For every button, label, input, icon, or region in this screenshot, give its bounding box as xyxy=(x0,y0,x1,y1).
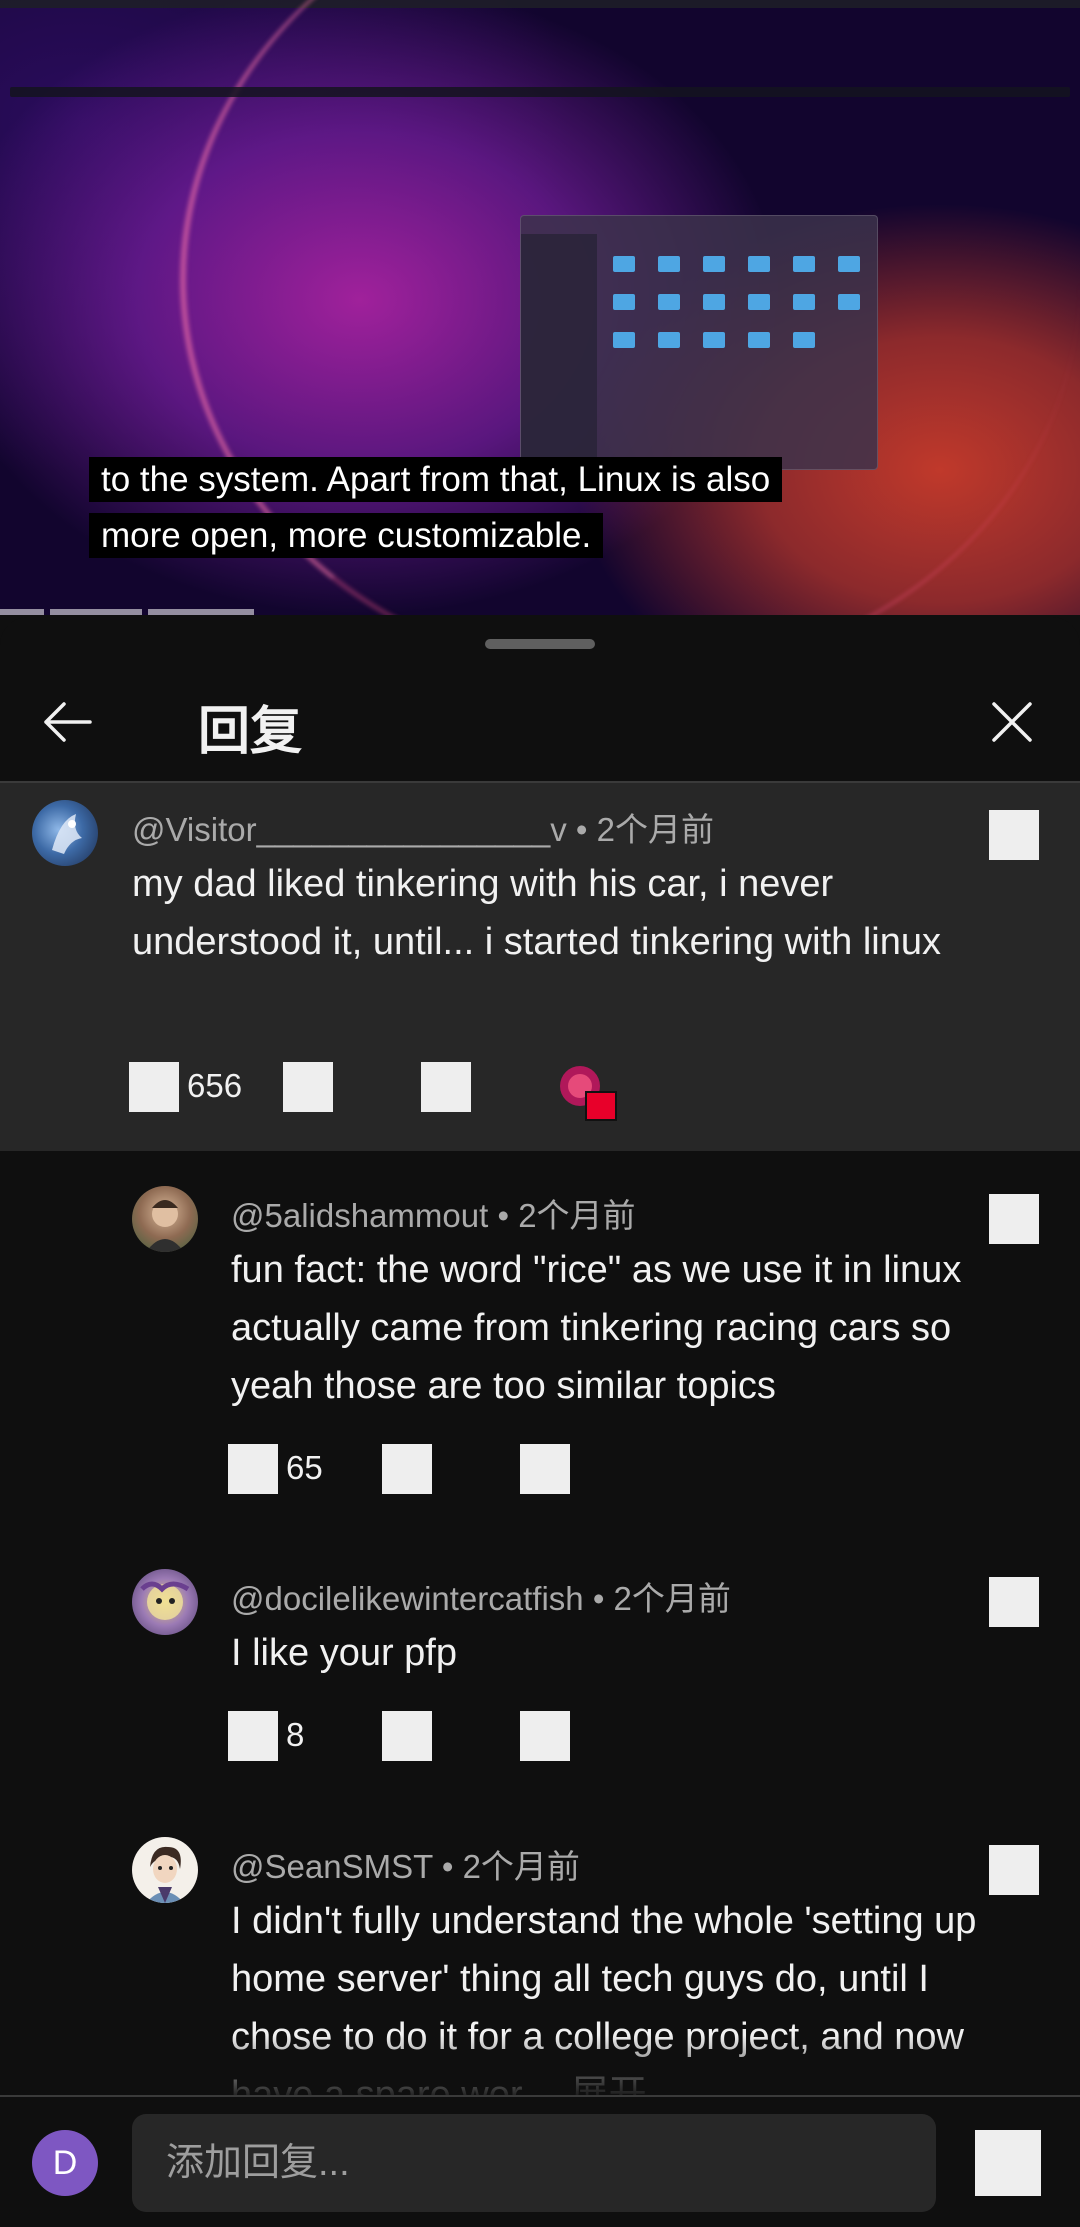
comment-author[interactable]: @SeanSMST xyxy=(231,1848,433,1885)
reply-comment: @5alidshammout • 2个月前 fun fact: the word… xyxy=(0,1183,1080,1503)
reply-bar: D xyxy=(0,2095,1080,2227)
like-icon[interactable] xyxy=(228,1711,278,1761)
file-manager-sidebar xyxy=(521,234,597,469)
video-caption: to the system. Apart from that, Linux is… xyxy=(89,452,813,564)
comment-author[interactable]: @docilelikewintercatfish xyxy=(231,1580,584,1617)
folder-icon xyxy=(658,256,680,272)
comment-meta: @5alidshammout • 2个月前 xyxy=(231,1197,636,1234)
video-progress-bar[interactable] xyxy=(0,609,1080,615)
scroll-fade xyxy=(0,2035,1080,2095)
folder-icon xyxy=(838,256,860,272)
more-options-icon[interactable] xyxy=(989,1194,1039,1244)
caption-text: to the system. Apart from that, Linux is… xyxy=(89,457,783,558)
comment-time: 2个月前 xyxy=(596,811,715,848)
dislike-icon[interactable] xyxy=(283,1062,333,1112)
folder-icon xyxy=(748,256,770,272)
reply-comment: @SeanSMST • 2个月前 I didn't fully understa… xyxy=(0,1834,1080,2095)
folder-icon xyxy=(703,332,725,348)
like-count: 8 xyxy=(286,1716,305,1753)
folder-icon xyxy=(838,294,860,310)
dislike-icon[interactable] xyxy=(382,1444,432,1494)
desktop-menubar xyxy=(10,87,1070,97)
folder-icon xyxy=(793,256,815,272)
comment-text: I like your pfp xyxy=(231,1632,457,1674)
folder-icon xyxy=(658,332,680,348)
parent-comment: @Visitor________________v • 2个月前 my dad … xyxy=(0,783,1080,1151)
panel-title: 回复 xyxy=(198,703,303,761)
comment-time: 2个月前 xyxy=(613,1580,731,1617)
more-options-icon[interactable] xyxy=(989,1845,1039,1895)
reply-icon[interactable] xyxy=(520,1444,570,1494)
comment-text: fun fact: the word "rice" as we use it i… xyxy=(231,1249,962,1407)
back-arrow-icon[interactable] xyxy=(38,692,98,752)
avatar[interactable] xyxy=(132,1186,198,1252)
folder-icon xyxy=(658,294,680,310)
folder-icon xyxy=(793,332,815,348)
progress-segment xyxy=(0,609,44,615)
reply-icon[interactable] xyxy=(520,1711,570,1761)
comment-author[interactable]: @Visitor________________v xyxy=(132,811,567,848)
folder-icon xyxy=(613,294,635,310)
reply-icon[interactable] xyxy=(421,1062,471,1112)
drag-handle[interactable] xyxy=(485,639,595,649)
dislike-icon[interactable] xyxy=(382,1711,432,1761)
progress-segment xyxy=(50,609,142,615)
folder-icon xyxy=(703,294,725,310)
comment-meta: @Visitor________________v • 2个月前 xyxy=(132,811,715,848)
like-count: 65 xyxy=(286,1449,323,1486)
folder-icon xyxy=(613,256,635,272)
comment-time: 2个月前 xyxy=(462,1848,580,1885)
avatar[interactable] xyxy=(132,1569,198,1635)
avatar[interactable] xyxy=(132,1837,198,1903)
comment-text: my dad liked tinkering with his car, i n… xyxy=(132,863,941,963)
reply-comment: @docilelikewintercatfish • 2个月前 I like y… xyxy=(0,1566,1080,1766)
avatar[interactable] xyxy=(32,800,98,866)
folder-icon xyxy=(613,332,635,348)
comment-time: 2个月前 xyxy=(518,1197,636,1234)
like-icon[interactable] xyxy=(228,1444,278,1494)
close-icon[interactable] xyxy=(982,692,1042,752)
add-reply-input[interactable] xyxy=(132,2114,936,2212)
folder-icon xyxy=(793,294,815,310)
video-player[interactable]: to the system. Apart from that, Linux is… xyxy=(0,0,1080,615)
comment-author[interactable]: @5alidshammout xyxy=(231,1197,488,1234)
comment-meta: @docilelikewintercatfish • 2个月前 xyxy=(231,1580,731,1617)
more-options-icon[interactable] xyxy=(989,1577,1039,1627)
creator-heart-icon xyxy=(556,1062,620,1122)
folder-icon xyxy=(748,332,770,348)
comment-meta: @SeanSMST • 2个月前 xyxy=(231,1848,580,1885)
emoji-icon[interactable] xyxy=(975,2130,1041,2196)
progress-segment xyxy=(148,609,254,615)
user-avatar[interactable]: D xyxy=(32,2130,98,2196)
like-count: 656 xyxy=(187,1067,243,1104)
folder-icon xyxy=(748,294,770,310)
folder-icon xyxy=(703,256,725,272)
like-icon[interactable] xyxy=(129,1062,179,1112)
file-manager-window xyxy=(520,215,878,470)
more-options-icon[interactable] xyxy=(989,810,1039,860)
